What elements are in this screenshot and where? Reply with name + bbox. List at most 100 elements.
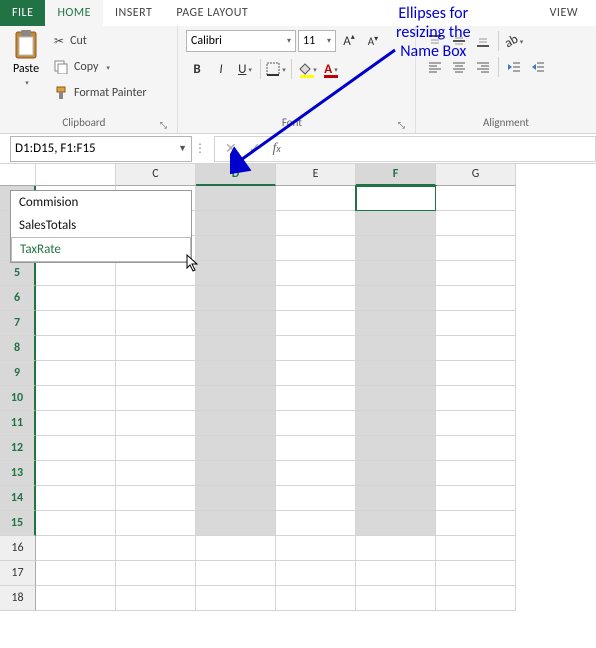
cell[interactable] <box>356 386 436 411</box>
cell[interactable] <box>116 436 196 461</box>
tab-insert[interactable]: INSERT <box>103 0 164 26</box>
row-header[interactable]: 13 <box>0 461 36 486</box>
cell[interactable] <box>356 561 436 586</box>
select-all-corner[interactable] <box>0 164 36 186</box>
tab-home[interactable]: HOME <box>45 0 103 26</box>
cell[interactable] <box>436 286 516 311</box>
formula-bar[interactable]: ✕ ✓ fx <box>214 136 596 162</box>
cell[interactable] <box>436 261 516 286</box>
cell[interactable] <box>356 436 436 461</box>
fx-icon[interactable]: fx <box>272 141 280 157</box>
bold-button[interactable]: B <box>186 58 208 80</box>
cell[interactable] <box>436 186 516 211</box>
cell[interactable] <box>356 461 436 486</box>
cell[interactable] <box>276 261 356 286</box>
cell[interactable] <box>356 261 436 286</box>
row-header[interactable]: 7 <box>0 311 36 336</box>
copy-button[interactable]: Copy ▾ <box>50 56 151 78</box>
italic-button[interactable]: I <box>210 58 232 80</box>
cell[interactable] <box>196 211 276 236</box>
name-box-resize-grip[interactable]: ⋮ <box>194 141 202 156</box>
name-box-dropdown-arrow[interactable]: ▼ <box>178 143 187 154</box>
cell[interactable] <box>276 186 356 211</box>
cell[interactable] <box>36 336 116 361</box>
cell[interactable] <box>116 311 196 336</box>
cell[interactable] <box>116 586 196 611</box>
increase-font-button[interactable]: A▴ <box>338 30 360 52</box>
cell[interactable] <box>116 486 196 511</box>
clipboard-dialog-launcher[interactable]: ⤡ <box>160 120 169 131</box>
cell[interactable] <box>436 311 516 336</box>
fill-color-button[interactable]: ▾ <box>296 58 318 80</box>
row-header[interactable]: 11 <box>0 411 36 436</box>
cell[interactable] <box>436 436 516 461</box>
cell[interactable] <box>356 311 436 336</box>
cell[interactable] <box>36 461 116 486</box>
row-header[interactable]: 8 <box>0 336 36 361</box>
tab-page-layout[interactable]: PAGE LAYOUT <box>164 0 260 26</box>
cell[interactable] <box>196 311 276 336</box>
cell[interactable] <box>276 511 356 536</box>
cell[interactable] <box>276 586 356 611</box>
cell[interactable] <box>436 211 516 236</box>
cell[interactable] <box>276 361 356 386</box>
cell[interactable] <box>356 511 436 536</box>
row-header[interactable]: 15 <box>0 511 36 536</box>
cell[interactable] <box>276 411 356 436</box>
font-color-button[interactable]: A ▾ <box>320 58 342 80</box>
cell[interactable] <box>356 486 436 511</box>
cell[interactable] <box>356 236 436 261</box>
font-dialog-launcher[interactable]: ⤡ <box>398 120 407 131</box>
row-header[interactable]: 16 <box>0 536 36 561</box>
align-bottom-button[interactable] <box>472 30 494 52</box>
cell[interactable] <box>196 386 276 411</box>
cell[interactable] <box>196 436 276 461</box>
cell[interactable] <box>36 536 116 561</box>
row-header[interactable]: 17 <box>0 561 36 586</box>
cell[interactable] <box>116 336 196 361</box>
cell[interactable] <box>436 411 516 436</box>
cell[interactable] <box>276 561 356 586</box>
cell[interactable] <box>196 261 276 286</box>
cell[interactable] <box>36 311 116 336</box>
name-item-taxrate[interactable]: TaxRate <box>11 237 191 262</box>
col-header-d[interactable]: D <box>196 164 276 186</box>
cell[interactable] <box>276 336 356 361</box>
row-header[interactable]: 5 <box>0 261 36 286</box>
row-header[interactable]: 18 <box>0 586 36 611</box>
cell[interactable] <box>356 286 436 311</box>
cell[interactable] <box>36 286 116 311</box>
decrease-font-button[interactable]: A▾ <box>362 30 384 52</box>
cell[interactable] <box>116 361 196 386</box>
cell[interactable] <box>436 461 516 486</box>
cell[interactable] <box>276 461 356 486</box>
col-header-hidden[interactable] <box>36 164 116 186</box>
row-header[interactable]: 9 <box>0 361 36 386</box>
row-header[interactable]: 10 <box>0 386 36 411</box>
row-header[interactable]: 12 <box>0 436 36 461</box>
cell[interactable] <box>276 536 356 561</box>
cell[interactable] <box>36 436 116 461</box>
cell[interactable] <box>276 236 356 261</box>
cell[interactable] <box>196 511 276 536</box>
cell[interactable] <box>356 336 436 361</box>
cell[interactable] <box>356 211 436 236</box>
cell[interactable] <box>356 586 436 611</box>
cell[interactable] <box>276 311 356 336</box>
cell[interactable] <box>116 536 196 561</box>
cell[interactable] <box>116 411 196 436</box>
cell[interactable] <box>436 336 516 361</box>
col-header-f[interactable]: F <box>356 164 436 186</box>
cell[interactable] <box>36 361 116 386</box>
cell[interactable] <box>116 261 196 286</box>
col-header-g[interactable]: G <box>436 164 516 186</box>
cell[interactable] <box>196 336 276 361</box>
cell[interactable] <box>196 236 276 261</box>
cell[interactable] <box>356 411 436 436</box>
row-header[interactable]: 6 <box>0 286 36 311</box>
col-header-c[interactable]: C <box>116 164 196 186</box>
cell[interactable] <box>436 361 516 386</box>
cell[interactable] <box>436 511 516 536</box>
border-button[interactable]: ▾ <box>265 58 287 80</box>
cell[interactable] <box>436 486 516 511</box>
